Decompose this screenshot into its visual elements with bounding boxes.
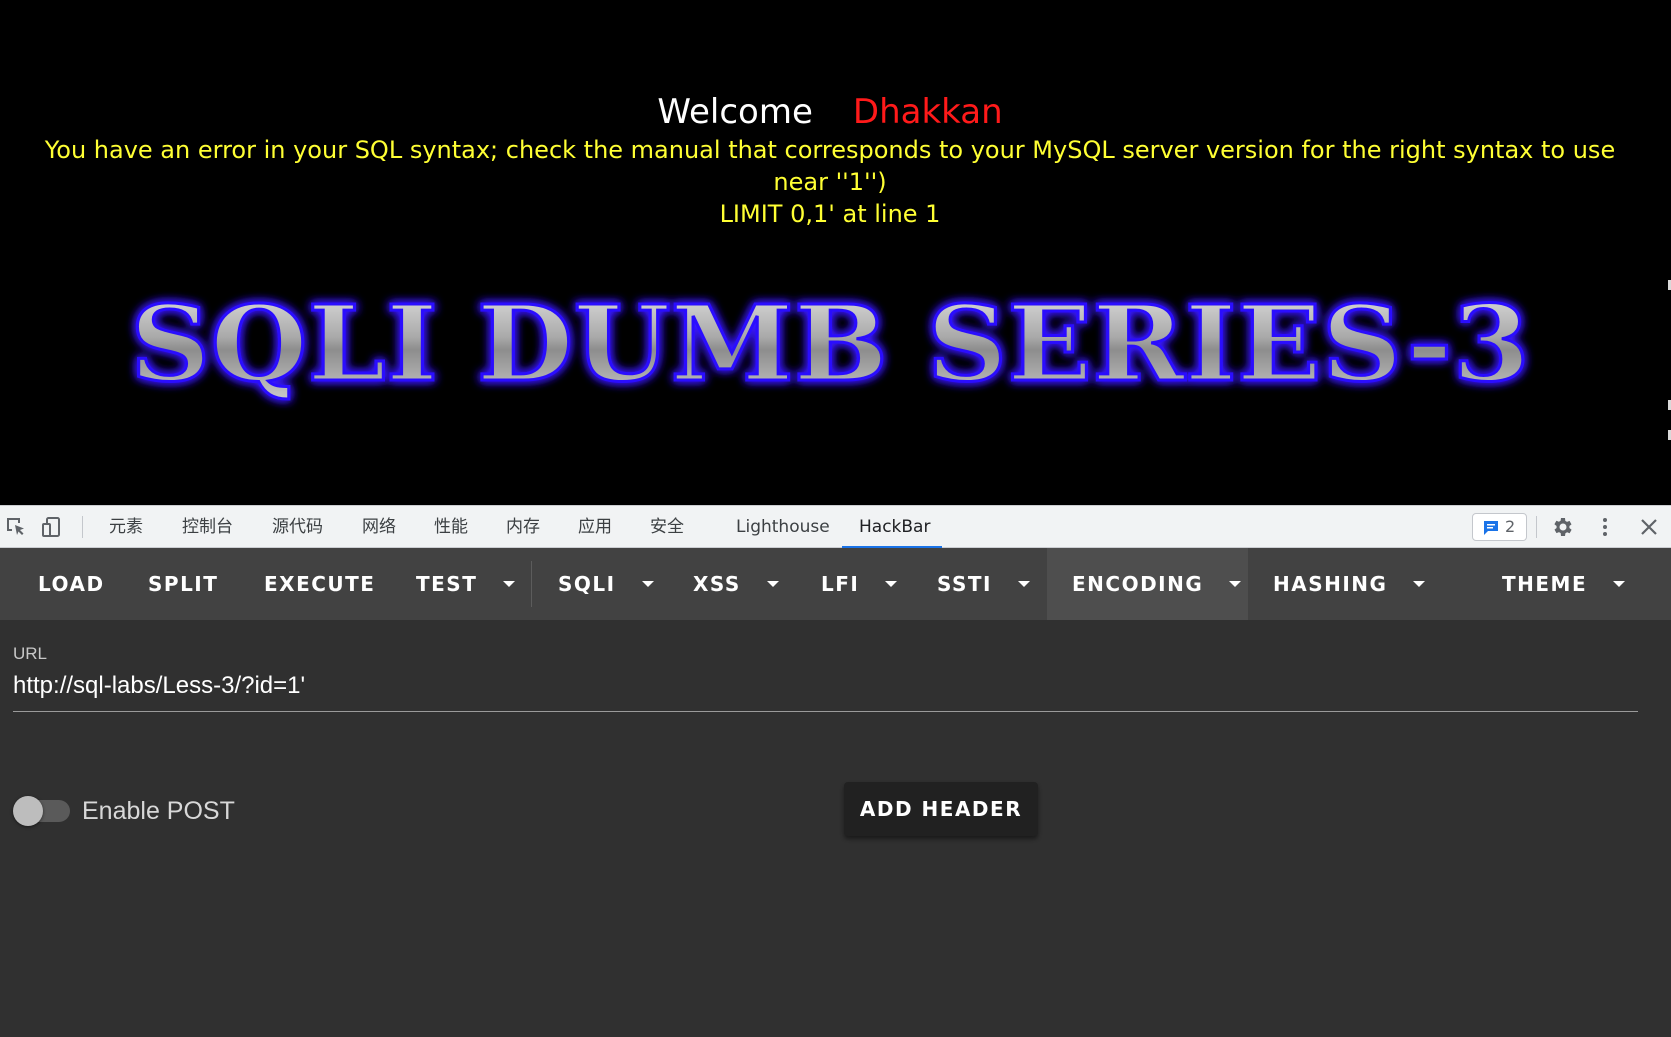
inspect-element-icon[interactable] — [4, 515, 28, 539]
url-input[interactable] — [13, 672, 1633, 700]
page-viewport: Welcome Dhakkan You have an error in your… — [0, 0, 1671, 505]
sqli-menu-label: SQLI — [558, 572, 616, 596]
chevron-down-icon — [641, 580, 654, 587]
series-banner-graphic: SQLI DUMB SERIES-3 — [129, 285, 1532, 407]
ssti-menu-label: SSTI — [937, 572, 992, 596]
theme-menu-button[interactable]: THEME — [1502, 548, 1626, 620]
url-label: URL — [13, 644, 48, 663]
enable-post-toggle-thumb[interactable] — [13, 796, 43, 826]
url-input-underline — [13, 711, 1638, 712]
devtools-separator — [82, 516, 83, 538]
ssti-menu-button[interactable]: SSTI — [937, 548, 1030, 620]
tab-application[interactable]: 应用 — [576, 506, 614, 548]
chevron-down-icon — [503, 580, 516, 587]
tab-lighthouse[interactable]: Lighthouse — [734, 506, 832, 548]
devtools-tab-bar: 元素 控制台 源代码 网络 性能 内存 应用 安全 Lighthouse Hac… — [0, 505, 1671, 549]
issues-count: 2 — [1505, 517, 1516, 536]
page-scrollbar[interactable] — [1665, 0, 1671, 505]
close-icon[interactable] — [1637, 515, 1661, 539]
settings-gear-icon[interactable] — [1551, 515, 1575, 539]
chevron-down-icon — [766, 580, 779, 587]
encoding-menu-button[interactable]: ENCODING — [1072, 548, 1242, 620]
add-header-button[interactable]: ADD HEADER — [844, 782, 1038, 836]
split-button[interactable]: SPLIT — [148, 548, 218, 620]
message-icon — [1484, 521, 1498, 535]
chevron-down-icon — [1413, 580, 1426, 587]
devtools-separator — [1536, 516, 1537, 538]
welcome-word: Welcome — [657, 92, 813, 132]
chevron-down-icon — [1613, 580, 1626, 587]
sqli-menu-button[interactable]: SQLI — [558, 548, 654, 620]
enable-post-label: Enable POST — [82, 797, 235, 825]
chevron-down-icon — [885, 580, 898, 587]
tab-sources[interactable]: 源代码 — [270, 506, 325, 548]
series-banner: SQLI DUMB SERIES-3 — [80, 285, 1580, 415]
toolbar-divider — [531, 561, 532, 607]
xss-menu-label: XSS — [693, 572, 741, 596]
test-menu-button[interactable]: TEST — [416, 548, 516, 620]
chevron-down-icon — [1018, 580, 1030, 587]
more-vertical-icon[interactable] — [1593, 515, 1617, 539]
sql-error-line-2: LIMIT 0,1' at line 1 — [719, 200, 941, 228]
encoding-menu-label: ENCODING — [1072, 572, 1204, 596]
welcome-username: Dhakkan — [852, 92, 1003, 132]
tab-console[interactable]: 控制台 — [180, 506, 235, 548]
load-button[interactable]: LOAD — [38, 548, 105, 620]
tab-security[interactable]: 安全 — [648, 506, 686, 548]
hashing-menu-label: HASHING — [1273, 572, 1388, 596]
theme-menu-label: THEME — [1502, 572, 1588, 596]
sql-error-message: You have an error in your SQL syntax; ch… — [20, 134, 1640, 230]
series-banner-text: SQLI DUMB SERIES-3 — [130, 285, 1530, 405]
tab-hackbar[interactable]: HackBar — [857, 506, 932, 548]
tab-network[interactable]: 网络 — [360, 506, 398, 548]
issues-badge[interactable]: 2 — [1472, 513, 1527, 541]
xss-menu-button[interactable]: XSS — [693, 548, 779, 620]
device-toolbar-icon[interactable] — [40, 515, 64, 539]
sql-error-line-1: You have an error in your SQL syntax; ch… — [44, 136, 1616, 196]
welcome-heading: Welcome Dhakkan — [0, 88, 1660, 136]
execute-button[interactable]: EXECUTE — [264, 548, 375, 620]
tab-performance[interactable]: 性能 — [432, 506, 470, 548]
hashing-menu-button[interactable]: HASHING — [1273, 548, 1426, 620]
chevron-down-icon — [1229, 580, 1242, 587]
test-menu-label: TEST — [416, 572, 478, 596]
tab-elements[interactable]: 元素 — [107, 506, 145, 548]
lfi-menu-label: LFI — [821, 572, 860, 596]
lfi-menu-button[interactable]: LFI — [821, 548, 898, 620]
tab-memory[interactable]: 内存 — [504, 506, 542, 548]
hackbar-panel: URL Enable POST ADD HEADER — [0, 620, 1671, 1037]
hackbar-toolbar: LOAD SPLIT EXECUTE TEST SQLI XSS LFI SST… — [0, 548, 1671, 620]
